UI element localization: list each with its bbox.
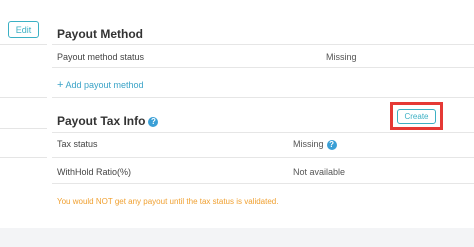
left-panel: Edit <box>0 0 47 228</box>
tax-status-value: Missing? <box>293 139 337 150</box>
divider <box>52 157 474 158</box>
payout-method-status-label: Payout method status <box>57 52 145 62</box>
plus-icon: + <box>57 79 64 91</box>
help-icon[interactable]: ? <box>326 139 337 150</box>
divider <box>52 132 474 133</box>
tax-status-text: Missing <box>293 139 324 149</box>
add-payout-method-link[interactable]: + Add payout method <box>57 79 144 91</box>
help-icon[interactable]: ? <box>148 116 159 127</box>
tax-warning-message: You would NOT get any payout until the t… <box>57 197 279 206</box>
divider <box>0 128 47 129</box>
divider <box>52 97 474 98</box>
create-button[interactable]: Create <box>397 109 436 124</box>
divider <box>52 67 474 68</box>
payout-method-title: Payout Method <box>57 27 143 41</box>
add-payout-method-label: Add payout method <box>65 80 144 90</box>
withhold-ratio-label: WithHold Ratio(%) <box>57 167 132 177</box>
payout-panel: Payout Method Payout method status Missi… <box>47 0 474 228</box>
edit-button[interactable]: Edit <box>8 21 39 38</box>
tax-status-label: Tax status <box>57 139 98 149</box>
divider <box>52 183 474 184</box>
withhold-ratio-value: Not available <box>293 167 346 177</box>
divider <box>0 44 47 45</box>
payout-tax-info-label: Payout Tax Info <box>57 114 146 128</box>
payout-tax-info-title: Payout Tax Info? <box>57 114 159 128</box>
divider <box>0 97 47 98</box>
divider <box>52 44 474 45</box>
payout-method-status-value: Missing <box>326 52 357 62</box>
divider <box>0 157 47 158</box>
